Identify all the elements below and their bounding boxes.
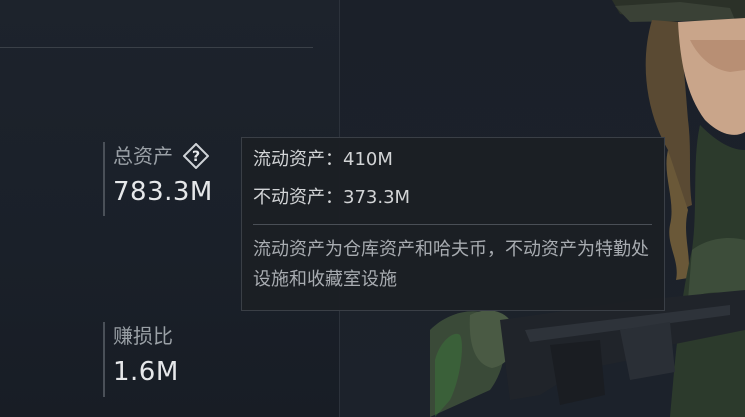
tooltip-divider xyxy=(253,224,652,225)
question-diamond-icon[interactable]: ? xyxy=(183,143,209,169)
total-assets-stat: 总资产 ? 783.3M xyxy=(103,142,213,216)
tooltip-fixed-assets: 不动资产：373.3M xyxy=(253,187,411,208)
assets-tooltip: 流动资产：410M 不动资产：373.3M 流动资产为仓库资产和哈夫币，不动资产… xyxy=(241,137,665,311)
total-assets-value: 783.3M xyxy=(113,177,213,207)
profit-ratio-label: 赚损比 xyxy=(113,324,173,348)
svg-text:?: ? xyxy=(192,149,200,165)
profit-ratio-stat: 赚损比 1.6M xyxy=(103,322,179,397)
tooltip-description: 流动资产为仓库资产和哈夫币，不动资产为特勤处设施和收藏室设施 xyxy=(253,239,649,290)
total-assets-label: 总资产 xyxy=(113,144,173,168)
profit-ratio-value: 1.6M xyxy=(113,357,179,387)
tooltip-liquid-assets: 流动资产：410M xyxy=(253,149,393,170)
profit-ratio-label-row: 赚损比 xyxy=(113,322,179,350)
top-divider xyxy=(0,47,313,48)
total-assets-label-row: 总资产 ? xyxy=(113,142,213,170)
